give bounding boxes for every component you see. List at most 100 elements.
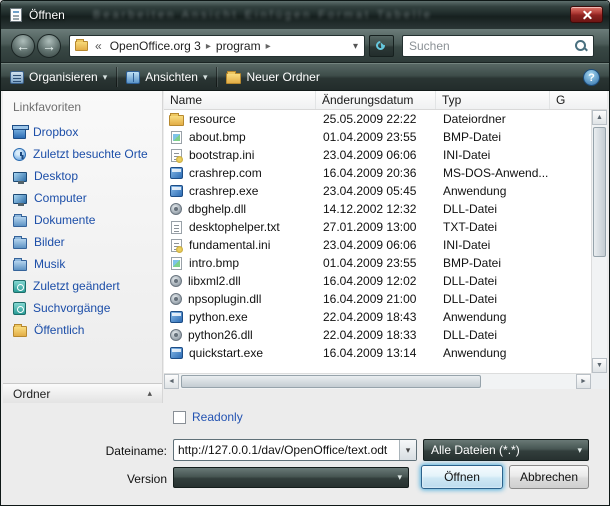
new-folder-label: Neuer Ordner xyxy=(246,70,319,84)
breadcrumb[interactable]: « OpenOffice.org 3 ▸ program ▸ ▾ xyxy=(69,35,365,57)
table-row[interactable]: fundamental.ini 23.04.2009 06:06 INI-Dat… xyxy=(164,236,591,254)
file-name: python26.dll xyxy=(188,328,253,342)
column-headers: Name Änderungsdatum Typ G xyxy=(164,91,607,110)
file-name: quickstart.exe xyxy=(189,346,263,360)
column-header[interactable]: Name xyxy=(164,91,316,109)
back-button[interactable]: ← xyxy=(11,34,35,58)
file-kind: INI-Datei xyxy=(436,238,550,252)
table-row[interactable]: intro.bmp 01.04.2009 23:55 BMP-Datei xyxy=(164,254,591,272)
file-date: 25.05.2009 22:22 xyxy=(316,112,436,126)
search-icon[interactable] xyxy=(573,38,589,54)
breadcrumb-separator-icon[interactable]: ▸ xyxy=(266,41,271,52)
refresh-button[interactable] xyxy=(369,35,394,57)
sidebar-item-icon xyxy=(13,238,27,249)
sidebar-item[interactable]: Bilder xyxy=(3,231,162,253)
filetype-combobox[interactable]: Alle Dateien (*.*) ▾ xyxy=(423,439,589,461)
open-button[interactable]: Öffnen xyxy=(421,465,503,489)
sidebar-item[interactable]: Dokumente xyxy=(3,209,162,231)
file-kind: Anwendung xyxy=(436,346,550,360)
forward-button[interactable]: → xyxy=(37,34,61,58)
file-type-icon xyxy=(170,167,183,179)
table-row[interactable]: bootstrap.ini 23.04.2009 06:06 INI-Datei xyxy=(164,146,591,164)
scroll-left-button[interactable]: ◄ xyxy=(164,374,179,389)
file-date: 22.04.2009 18:43 xyxy=(316,310,436,324)
file-date: 23.04.2009 06:06 xyxy=(316,238,436,252)
file-kind: TXT-Datei xyxy=(436,220,550,234)
views-button[interactable]: Ansichten ▾ xyxy=(117,64,216,90)
file-type-icon xyxy=(170,311,183,323)
file-kind: Anwendung xyxy=(436,310,550,324)
close-icon xyxy=(582,10,591,19)
table-row[interactable]: resource 25.05.2009 22:22 Dateiordner xyxy=(164,110,591,128)
sidebar-item-label: Bilder xyxy=(34,235,65,249)
breadcrumb-item-program[interactable]: program xyxy=(211,39,266,53)
search-input[interactable] xyxy=(403,39,573,53)
sidebar-item[interactable]: Zuletzt geändert xyxy=(3,275,162,297)
breadcrumb-dropdown-button[interactable]: ▾ xyxy=(347,41,364,52)
scroll-down-button[interactable]: ▼ xyxy=(592,358,607,373)
column-header[interactable]: Typ xyxy=(436,91,550,109)
titlebar[interactable]: Öffnen Bearbeiten Ansicht Einfügen Forma… xyxy=(1,1,609,29)
column-header[interactable]: G xyxy=(550,91,607,109)
help-button[interactable]: ? xyxy=(583,69,600,86)
sidebar-item[interactable]: Desktop xyxy=(3,165,162,187)
filename-dropdown-button[interactable]: ▾ xyxy=(399,440,416,460)
sidebar-item[interactable]: Musik xyxy=(3,253,162,275)
file-name: npsoplugin.dll xyxy=(188,292,261,306)
breadcrumb-overflow-button[interactable]: « xyxy=(92,39,105,53)
sidebar-item-label: Dokumente xyxy=(34,213,95,227)
close-button[interactable] xyxy=(570,6,603,23)
file-kind: DLL-Datei xyxy=(436,274,550,288)
sidebar-item[interactable]: Öffentlich xyxy=(3,319,162,341)
scroll-up-button[interactable]: ▲ xyxy=(592,110,607,125)
folders-label: Ordner xyxy=(13,387,50,401)
organize-label: Organisieren xyxy=(29,70,98,84)
table-row[interactable]: crashrep.com 16.04.2009 20:36 MS-DOS-Anw… xyxy=(164,164,591,182)
scrollbar-corner xyxy=(591,373,607,389)
version-combobox[interactable]: ▾ xyxy=(173,467,409,488)
chevron-down-icon: ▾ xyxy=(391,472,408,483)
table-row[interactable]: python.exe 22.04.2009 18:43 Anwendung xyxy=(164,308,591,326)
horizontal-scrollbar[interactable]: ◄ ► xyxy=(164,373,591,389)
window-icon xyxy=(10,8,22,22)
sidebar-item[interactable]: Computer xyxy=(3,187,162,209)
scroll-right-button[interactable]: ► xyxy=(576,374,591,389)
breadcrumb-item-openoffice[interactable]: OpenOffice.org 3 xyxy=(105,39,206,53)
sidebar-item-icon xyxy=(13,148,26,161)
favorites-sidebar: Linkfavoriten Dropbox Zuletzt besuchte O… xyxy=(3,91,163,403)
file-name: python.exe xyxy=(189,310,248,324)
sidebar-item[interactable]: Dropbox xyxy=(3,121,162,143)
forward-icon: → xyxy=(42,38,56,54)
new-folder-button[interactable]: Neuer Ordner xyxy=(217,64,328,90)
file-kind: DLL-Datei xyxy=(436,292,550,306)
organize-button[interactable]: Organisieren ▾ xyxy=(1,64,116,90)
table-row[interactable]: desktophelper.txt 27.01.2009 13:00 TXT-D… xyxy=(164,218,591,236)
new-folder-icon xyxy=(226,73,241,84)
file-kind: DLL-Datei xyxy=(436,202,550,216)
table-row[interactable]: libxml2.dll 16.04.2009 12:02 DLL-Datei xyxy=(164,272,591,290)
horizontal-scroll-thumb[interactable] xyxy=(181,375,481,388)
vertical-scroll-thumb[interactable] xyxy=(593,127,606,257)
table-row[interactable]: about.bmp 01.04.2009 23:55 BMP-Datei xyxy=(164,128,591,146)
table-row[interactable]: quickstart.exe 16.04.2009 13:14 Anwendun… xyxy=(164,344,591,362)
table-row[interactable]: dbghelp.dll 14.12.2002 12:32 DLL-Datei xyxy=(164,200,591,218)
sidebar-item[interactable]: Zuletzt besuchte Orte xyxy=(3,143,162,165)
sidebar-item-icon xyxy=(13,172,27,182)
table-row[interactable]: crashrep.exe 23.04.2009 05:45 Anwendung xyxy=(164,182,591,200)
sidebar-item[interactable]: Suchvorgänge xyxy=(3,297,162,319)
folders-expander[interactable]: Ordner ▴ xyxy=(3,383,162,403)
file-kind: Dateiordner xyxy=(436,112,550,126)
filename-label: Dateiname: xyxy=(1,444,167,458)
sidebar-item-label: Zuletzt besuchte Orte xyxy=(33,147,148,161)
readonly-label[interactable]: Readonly xyxy=(192,410,243,424)
vertical-scrollbar[interactable]: ▲ ▼ xyxy=(591,110,607,373)
file-name-cell: bootstrap.ini xyxy=(164,148,316,163)
filename-input[interactable] xyxy=(174,440,399,460)
file-date: 22.04.2009 18:33 xyxy=(316,328,436,342)
cancel-button[interactable]: Abbrechen xyxy=(509,465,589,489)
column-header[interactable]: Änderungsdatum xyxy=(316,91,436,109)
table-row[interactable]: npsoplugin.dll 16.04.2009 21:00 DLL-Date… xyxy=(164,290,591,308)
readonly-checkbox[interactable] xyxy=(173,411,186,424)
file-date: 14.12.2002 12:32 xyxy=(316,202,436,216)
table-row[interactable]: python26.dll 22.04.2009 18:33 DLL-Datei xyxy=(164,326,591,344)
